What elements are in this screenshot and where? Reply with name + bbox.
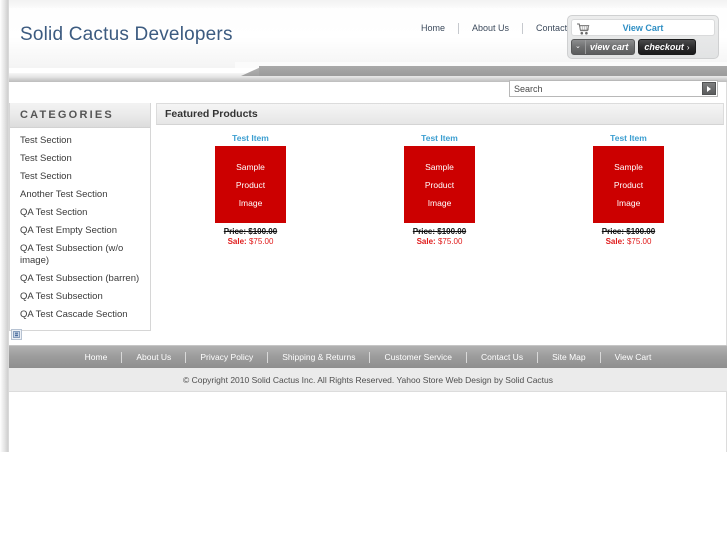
view-cart-button-label: view cart <box>589 42 629 52</box>
search-submit-button[interactable] <box>702 82 716 95</box>
checkout-button[interactable]: checkout › <box>638 39 696 55</box>
price-label: Price: <box>601 227 625 236</box>
footer-item-customer-service[interactable]: Customer Service <box>370 352 466 362</box>
footer-item-shipping-returns[interactable]: Shipping & Returns <box>268 352 369 362</box>
sidebar-header: CATEGORIES <box>10 103 150 128</box>
sale-label: Sale: <box>416 237 436 246</box>
topnav-item-about-us[interactable]: About Us <box>459 23 522 33</box>
footer-copyright-bar: © Copyright 2010 Solid Cactus Inc. All R… <box>9 368 727 392</box>
sale-label: Sale: <box>605 237 625 246</box>
frame-left-shadow <box>0 0 8 452</box>
page-root: Solid Cactus Developers Home About Us Co… <box>0 0 727 545</box>
search-input[interactable] <box>510 81 702 96</box>
product-regular-price: Price: $100.00 <box>156 227 345 236</box>
copyright-text: © Copyright 2010 Solid Cactus Inc. All R… <box>182 374 554 385</box>
product-image-line-1: Sample <box>614 161 643 172</box>
product-card: Test Item Sample Product Image Price: $1… <box>156 133 345 246</box>
checkout-button-label: checkout <box>644 42 684 52</box>
product-sale-price: Sale: $75.00 <box>345 237 534 246</box>
arrow-right-icon: › <box>686 42 690 52</box>
product-card: Test Item Sample Product Image Price: $1… <box>345 133 534 246</box>
sidebar-item-qa-test-cascade-section[interactable]: QA Test Cascade Section <box>10 306 150 324</box>
header-top-line <box>9 0 727 8</box>
cart-widget: View Cart ⌄ view cart checkout › <box>567 15 719 59</box>
product-card: Test Item Sample Product Image Price: $1… <box>534 133 723 246</box>
section-title: Featured Products <box>165 108 258 120</box>
band-dark-bar <box>259 66 727 76</box>
sidebar-item-qa-test-subsection-wo-image[interactable]: QA Test Subsection (w/o image) <box>10 240 150 270</box>
sidebar-title: CATEGORIES <box>20 109 114 121</box>
footer-item-home[interactable]: Home <box>71 352 122 362</box>
chevron-down-icon[interactable]: ⌄ <box>575 40 586 54</box>
sidebar-item-test-section-3[interactable]: Test Section <box>10 168 150 186</box>
product-image-line-2: Product <box>235 179 266 190</box>
sidebar-item-qa-test-section[interactable]: QA Test Section <box>10 204 150 222</box>
price-label: Price: <box>412 227 436 236</box>
search-bar <box>509 80 718 97</box>
sale-value: $75.00 <box>248 237 274 246</box>
price-label: Price: <box>223 227 247 236</box>
product-sale-price: Sale: $75.00 <box>156 237 345 246</box>
sidebar-item-another-test-section[interactable]: Another Test Section <box>10 186 150 204</box>
sale-label: Sale: <box>227 237 247 246</box>
category-list: Test Section Test Section Test Section A… <box>10 128 150 330</box>
footer-item-about-us[interactable]: About Us <box>122 352 185 362</box>
sidebar: CATEGORIES Test Section Test Section Tes… <box>9 103 151 340</box>
footer-item-privacy-policy[interactable]: Privacy Policy <box>186 352 267 362</box>
product-image-placeholder[interactable]: Sample Product Image <box>404 146 475 223</box>
cart-action-buttons: ⌄ view cart checkout › <box>571 39 696 55</box>
product-image-placeholder[interactable]: Sample Product Image <box>593 146 664 223</box>
sidebar-item-test-section-2[interactable]: Test Section <box>10 150 150 168</box>
sale-value: $75.00 <box>437 237 463 246</box>
featured-products-list: Test Item Sample Product Image Price: $1… <box>156 125 724 246</box>
product-image-line-2: Product <box>613 179 644 190</box>
price-value: $100.00 <box>626 227 656 236</box>
product-regular-price: Price: $100.00 <box>345 227 534 236</box>
product-sale-price: Sale: $75.00 <box>534 237 723 246</box>
view-cart-link[interactable]: View Cart <box>572 23 714 33</box>
product-title-link[interactable]: Test Item <box>156 133 345 143</box>
footer-item-site-map[interactable]: Site Map <box>538 352 600 362</box>
sale-value: $75.00 <box>626 237 652 246</box>
product-image-line-1: Sample <box>425 161 454 172</box>
featured-products-header: Featured Products <box>156 103 724 125</box>
broken-image-icon <box>11 329 22 340</box>
sidebar-item-qa-test-subsection[interactable]: QA Test Subsection <box>10 288 150 306</box>
play-triangle-icon <box>707 85 711 92</box>
footer-item-view-cart[interactable]: View Cart <box>601 352 666 362</box>
product-image-line-3: Image <box>616 197 641 208</box>
product-regular-price: Price: $100.00 <box>534 227 723 236</box>
footer-item-contact-us[interactable]: Contact Us <box>467 352 537 362</box>
sidebar-item-qa-test-subsection-barren[interactable]: QA Test Subsection (barren) <box>10 270 150 288</box>
product-image-placeholder[interactable]: Sample Product Image <box>215 146 286 223</box>
product-image-line-3: Image <box>238 197 263 208</box>
price-value: $100.00 <box>437 227 467 236</box>
product-image-line-1: Sample <box>236 161 265 172</box>
sidebar-item-test-section-1[interactable]: Test Section <box>10 132 150 150</box>
topnav-item-home[interactable]: Home <box>408 23 458 33</box>
product-image-line-2: Product <box>424 179 455 190</box>
cart-summary-bar[interactable]: View Cart <box>571 19 715 36</box>
sidebar-item-qa-test-empty-section[interactable]: QA Test Empty Section <box>10 222 150 240</box>
price-value: $100.00 <box>248 227 278 236</box>
view-cart-button[interactable]: ⌄ view cart <box>571 39 636 55</box>
product-image-line-3: Image <box>427 197 452 208</box>
site-logo[interactable]: Solid Cactus Developers <box>20 24 233 46</box>
product-title-link[interactable]: Test Item <box>345 133 534 143</box>
product-title-link[interactable]: Test Item <box>534 133 723 143</box>
main-content: Featured Products Test Item Sample Produ… <box>156 103 724 246</box>
footer-navigation: Home About Us Privacy Policy Shipping & … <box>9 345 727 368</box>
top-navigation: Home About Us Contact Us <box>408 21 594 35</box>
